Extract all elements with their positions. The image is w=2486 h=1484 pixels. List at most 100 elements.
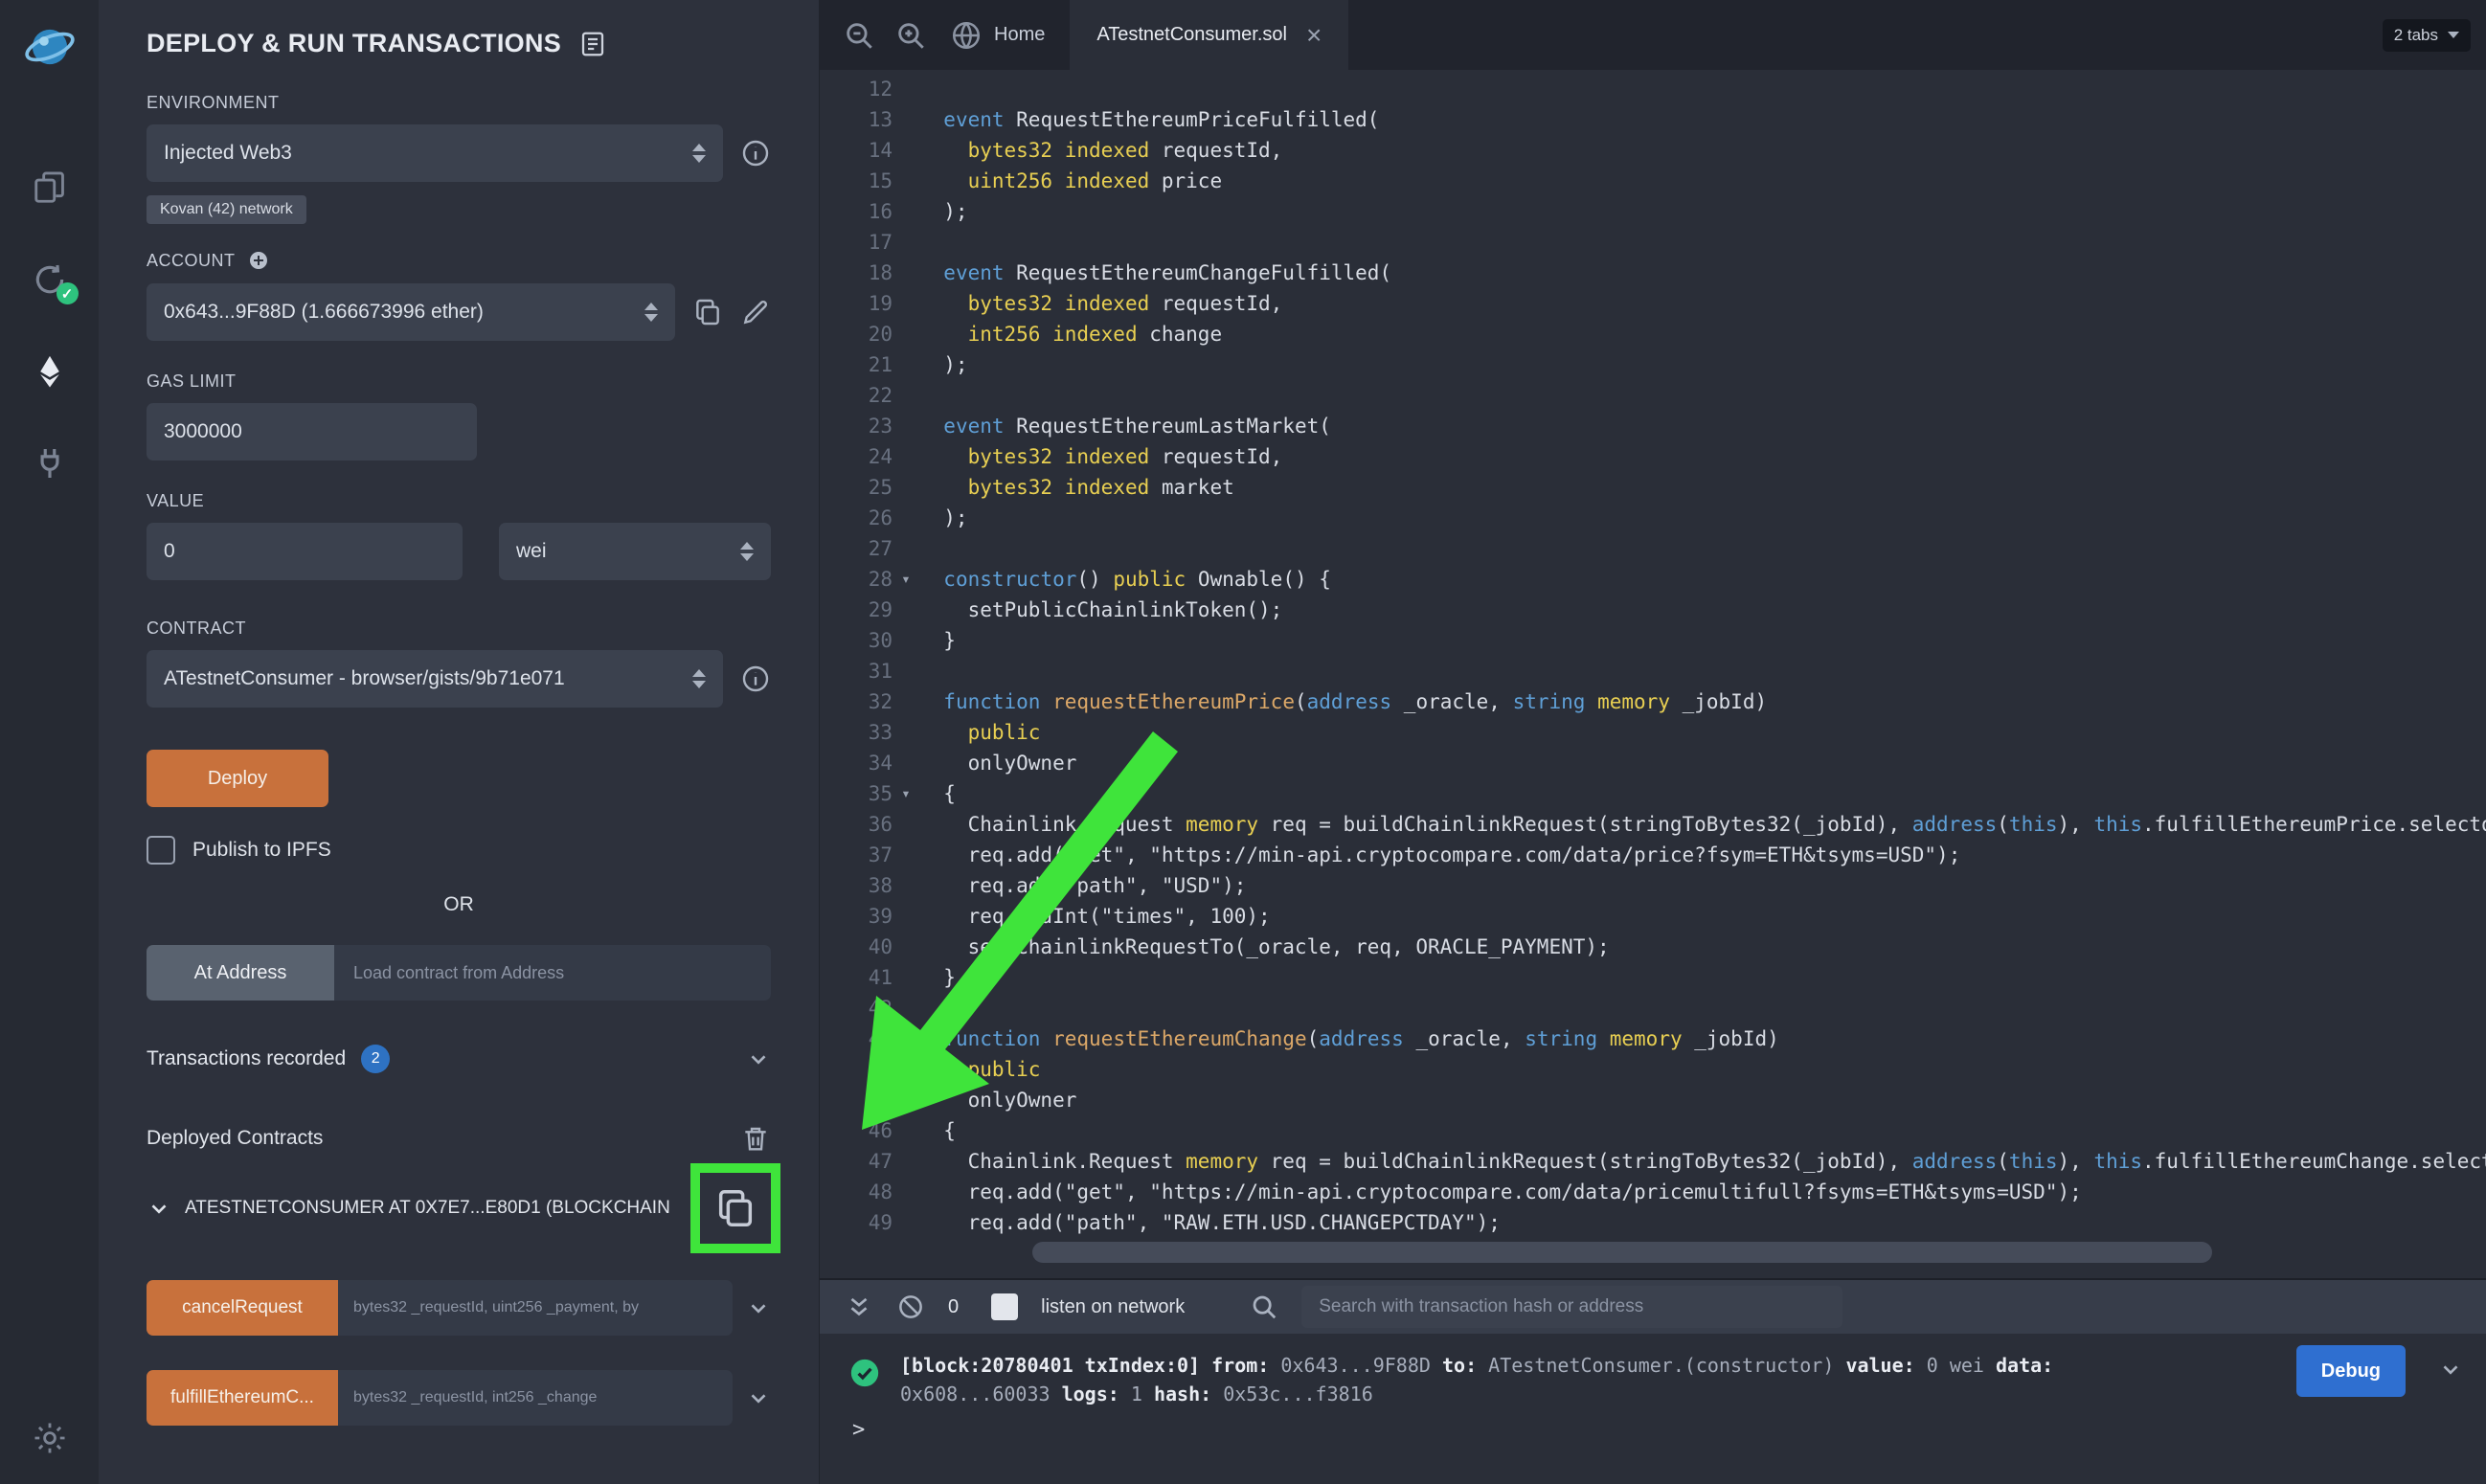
code-line[interactable]: 46 { [820,1115,2486,1146]
settings-gear-icon[interactable] [29,1417,71,1459]
code-line[interactable]: 44 public [820,1054,2486,1085]
chevron-down-icon[interactable] [746,1385,771,1410]
code-line[interactable]: 21 ); [820,349,2486,380]
code-line[interactable]: 13 event RequestEthereumPriceFulfilled( [820,104,2486,135]
copy-account-icon[interactable] [692,297,723,327]
cancel-request-params-input[interactable] [338,1280,733,1336]
code-line[interactable]: 19 bytes32 indexed requestId, [820,288,2486,319]
edit-account-icon[interactable] [740,297,771,327]
code-line[interactable]: 18 event RequestEthereumChangeFulfilled( [820,258,2486,288]
or-divider: OR [147,893,771,916]
zoom-in-icon[interactable] [894,19,927,52]
chevron-down-icon[interactable] [746,1046,771,1071]
contract-select[interactable]: ATestnetConsumer - browser/gists/9b71e07… [147,650,723,708]
code-line[interactable]: 30 } [820,625,2486,656]
code-line[interactable]: 38 req.add("path", "USD"); [820,870,2486,901]
stepper-icon [692,144,706,163]
publish-ipfs-checkbox[interactable] [147,836,175,865]
close-tab-icon[interactable]: × [1306,22,1322,49]
collapse-terminal-icon[interactable] [845,1293,873,1321]
code-line[interactable]: 48 req.add("get", "https://min-api.crypt… [820,1177,2486,1207]
transactions-recorded-label: Transactions recorded [147,1047,346,1070]
fulfill-ethereum-change-button[interactable]: fulfillEthereumC... [147,1370,338,1426]
publish-ipfs-label: Publish to IPFS [192,839,331,862]
code-editor[interactable]: 1213 event RequestEthereumPriceFulfilled… [820,70,2486,1278]
zoom-out-icon[interactable] [843,19,875,52]
transaction-log-entry[interactable]: [block:20780401 txIndex:0] from: 0x643..… [820,1334,2486,1408]
code-line[interactable]: 29 setPublicChainlinkToken(); [820,595,2486,625]
network-badge: Kovan (42) network [147,195,306,224]
environment-info-icon[interactable] [740,138,771,169]
value-unit-select[interactable]: wei [499,523,771,580]
terminal-prompt[interactable]: > [820,1408,2486,1442]
add-account-icon[interactable] [247,249,270,272]
environment-label: ENVIRONMENT [147,93,771,113]
code-line[interactable]: 28▾ constructor() public Ownable() { [820,564,2486,595]
listen-network-checkbox[interactable] [991,1293,1018,1320]
plugin-manager-icon[interactable] [29,442,71,484]
debug-button[interactable]: Debug [2296,1345,2406,1397]
code-line[interactable]: 22 [820,380,2486,411]
scrollbar-thumb[interactable] [1032,1242,2212,1263]
code-line[interactable]: 33 public [820,717,2486,748]
code-line[interactable]: 17 [820,227,2486,258]
file-explorer-icon[interactable] [29,167,71,209]
trash-icon[interactable] [740,1123,771,1154]
code-line[interactable]: 31 [820,656,2486,686]
deploy-run-panel: DEPLOY & RUN TRANSACTIONS ENVIRONMENT In… [99,0,820,1484]
code-line[interactable]: 49 req.add("path", "RAW.ETH.USD.CHANGEPC… [820,1207,2486,1238]
deployed-contracts-header: Deployed Contracts [147,1127,323,1150]
code-line[interactable]: 23 event RequestEthereumLastMarket( [820,411,2486,441]
code-line[interactable]: 37 req.add("get", "https://min-api.crypt… [820,840,2486,870]
environment-select[interactable]: Injected Web3 [147,124,723,182]
code-line[interactable]: 25 bytes32 indexed market [820,472,2486,503]
code-line[interactable]: 39 req.addInt("times", 100); [820,901,2486,932]
value-input[interactable] [147,523,463,580]
code-line[interactable]: 27 [820,533,2486,564]
code-line[interactable]: 47 Chainlink.Request memory req = buildC… [820,1146,2486,1177]
code-line[interactable]: 36 Chainlink.Request memory req = buildC… [820,809,2486,840]
tabs-count-badge[interactable]: 2 tabs [2383,19,2471,52]
code-line[interactable]: 12 [820,74,2486,104]
at-address-input[interactable] [334,945,771,1001]
code-line[interactable]: 24 bytes32 indexed requestId, [820,441,2486,472]
code-line[interactable]: 42 [820,993,2486,1023]
solidity-compiler-icon[interactable]: ✓ [29,259,71,301]
horizontal-scrollbar[interactable] [925,1242,2457,1263]
code-line[interactable]: 14 bytes32 indexed requestId, [820,135,2486,166]
contract-info-icon[interactable] [740,663,771,694]
clear-console-icon[interactable] [896,1293,925,1321]
tab-atestnetconsumer[interactable]: ATestnetConsumer.sol × [1070,0,1348,70]
success-check-icon [848,1357,881,1389]
code-line[interactable]: 35▾ { [820,778,2486,809]
tab-home[interactable]: Home [950,19,1045,52]
code-line[interactable]: 43 function requestEthereumChange(addres… [820,1023,2486,1054]
code-line[interactable]: 34 onlyOwner [820,748,2486,778]
account-select[interactable]: 0x643...9F88D (1.666673996 ether) [147,283,675,341]
chevron-down-icon[interactable] [746,1295,771,1320]
log-key-value: value: [1845,1354,1914,1377]
code-line[interactable]: 32 function requestEthereumPrice(address… [820,686,2486,717]
code-line[interactable]: 41 } [820,962,2486,993]
code-line[interactable]: 15 uint256 indexed price [820,166,2486,196]
at-address-button[interactable]: At Address [147,945,334,1001]
copy-contract-address-icon[interactable] [713,1186,757,1230]
expand-log-icon[interactable] [2438,1357,2463,1382]
account-label: ACCOUNT [147,251,236,271]
chevron-down-icon[interactable] [147,1196,171,1221]
code-line[interactable]: 40 sendChainlinkRequestTo(_oracle, req, … [820,932,2486,962]
code-line[interactable]: 20 int256 indexed change [820,319,2486,349]
cancel-request-button[interactable]: cancelRequest [147,1280,338,1336]
terminal-search-input[interactable] [1301,1286,1842,1328]
log-key-hash: hash: [1154,1383,1211,1405]
code-line[interactable]: 45 onlyOwner [820,1085,2486,1115]
deployed-contract-item[interactable]: ATESTNETCONSUMER AT 0X7E7...E80D1 (BLOCK… [147,1186,771,1230]
gas-limit-label: GAS LIMIT [147,371,771,392]
code-line[interactable]: 26 ); [820,503,2486,533]
fulfill-ethereum-change-params-input[interactable] [338,1370,733,1426]
deploy-button[interactable]: Deploy [147,750,328,807]
code-line[interactable]: 16 ); [820,196,2486,227]
plugin-doc-icon[interactable] [578,30,607,58]
gas-limit-input[interactable] [147,403,477,461]
deploy-run-icon[interactable] [29,350,71,393]
